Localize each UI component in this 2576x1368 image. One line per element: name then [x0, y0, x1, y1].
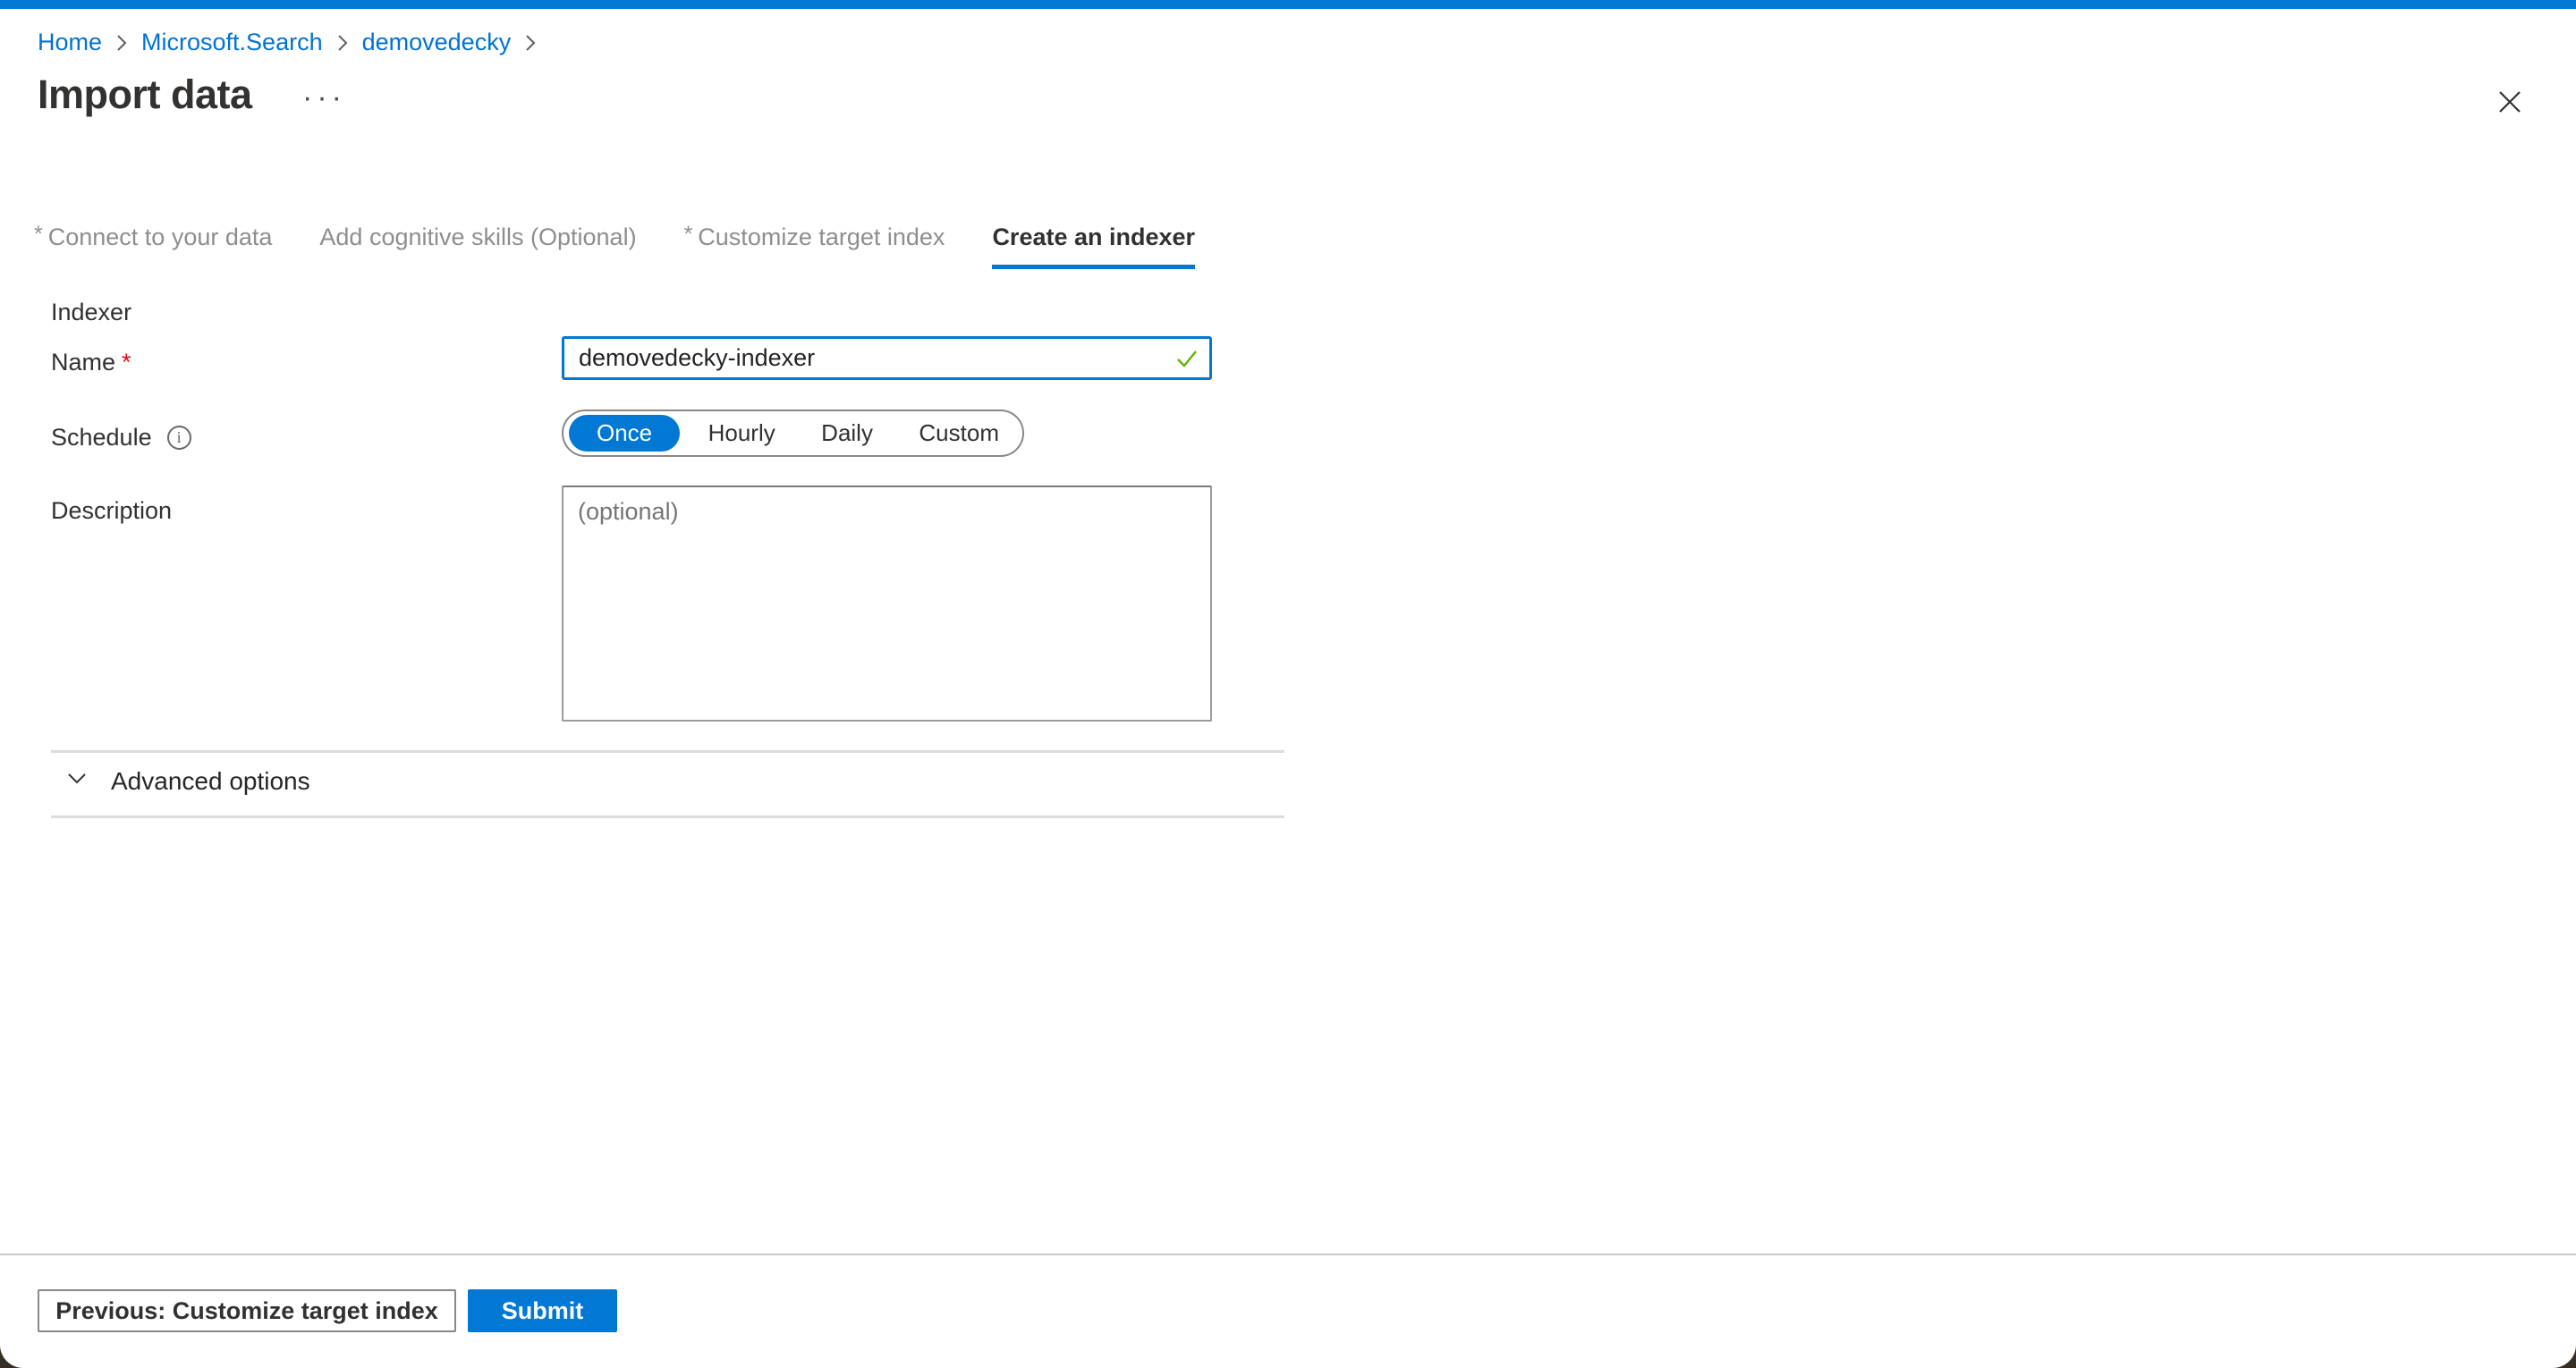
tab-customize-target-index[interactable]: * Customize target index [684, 224, 945, 269]
previous-button[interactable]: Previous: Customize target index [38, 1289, 456, 1332]
name-label: Name * [51, 349, 131, 376]
breadcrumb-microsoft-search-link[interactable]: Microsoft.Search [141, 29, 323, 56]
tab-label: Add cognitive skills (Optional) [319, 224, 636, 251]
chevron-right-icon [524, 33, 537, 53]
breadcrumb-home-link[interactable]: Home [38, 29, 102, 56]
tab-add-cognitive-skills[interactable]: Add cognitive skills (Optional) [319, 224, 636, 269]
tab-create-an-indexer[interactable]: Create an indexer [992, 224, 1195, 269]
schedule-option-custom[interactable]: Custom [901, 415, 1017, 452]
divider [51, 815, 1284, 818]
close-icon[interactable] [2490, 82, 2529, 122]
schedule-label: Schedule i [51, 424, 191, 452]
breadcrumb: Home Microsoft.Search demovedecky [38, 29, 537, 56]
indexer-section-heading: Indexer [51, 299, 131, 326]
tab-label: Customize target index [698, 224, 945, 251]
footer-divider [0, 1254, 2576, 1255]
description-textarea[interactable] [562, 486, 1212, 722]
divider [51, 750, 1284, 753]
tab-connect-to-your-data[interactable]: * Connect to your data [34, 224, 272, 269]
breadcrumb-demovedecky-link[interactable]: demovedecky [362, 29, 512, 56]
indexer-name-input[interactable] [562, 336, 1212, 380]
valid-checkmark-icon [1174, 346, 1199, 376]
info-icon[interactable]: i [167, 426, 191, 450]
schedule-segmented-control: Once Hourly Daily Custom [562, 410, 1024, 457]
required-mark: * [34, 222, 43, 249]
required-asterisk: * [122, 349, 131, 376]
description-label: Description [51, 497, 172, 525]
more-options-icon[interactable]: ··· [302, 82, 346, 113]
wizard-tabs: * Connect to your data Add cognitive ski… [34, 224, 1195, 269]
import-data-panel: Home Microsoft.Search demovedecky Import… [0, 0, 2576, 1368]
schedule-option-hourly[interactable]: Hourly [691, 415, 793, 452]
chevron-down-icon [64, 765, 89, 797]
name-label-text: Name [51, 349, 115, 376]
portal-accent-bar [0, 0, 2576, 9]
schedule-label-text: Schedule [51, 424, 152, 452]
advanced-options-label: Advanced options [111, 767, 310, 796]
tab-label: Create an indexer [992, 224, 1195, 251]
tab-label: Connect to your data [48, 224, 273, 251]
chevron-right-icon [336, 33, 349, 53]
submit-button[interactable]: Submit [468, 1289, 617, 1332]
page-title: Import data [38, 72, 252, 118]
schedule-option-once[interactable]: Once [569, 415, 680, 452]
advanced-options-toggle[interactable]: Advanced options [64, 765, 310, 797]
schedule-option-daily[interactable]: Daily [803, 415, 891, 452]
required-mark: * [684, 222, 693, 249]
chevron-right-icon [115, 33, 128, 53]
name-field-wrap [562, 336, 1212, 380]
